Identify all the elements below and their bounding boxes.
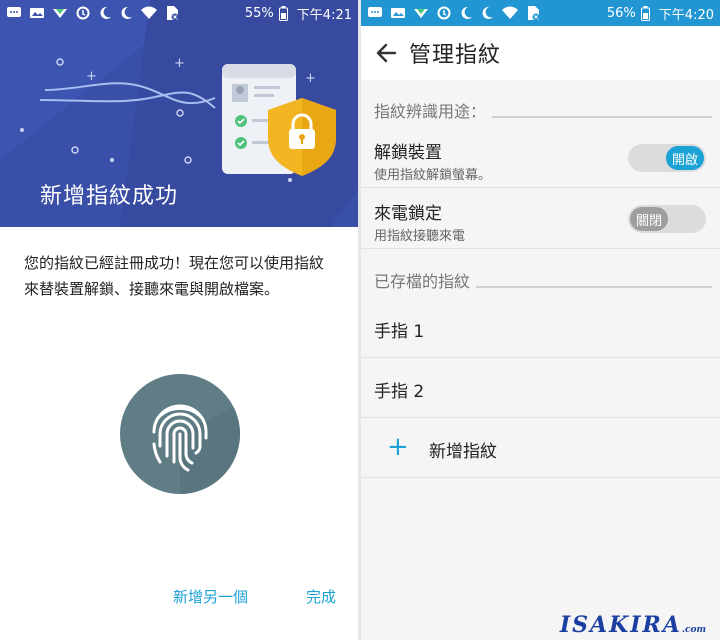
status-bar-right: 56% 下午4:20 (361, 0, 720, 26)
back-arrow-icon (376, 43, 397, 63)
chat-icon (7, 7, 21, 17)
section-header-label: 已存檔的指紋 (374, 272, 471, 291)
fingerprint-badge (120, 374, 240, 494)
moon-icon (482, 6, 493, 19)
battery-icon (640, 5, 650, 21)
add-fingerprint-label: 新增指紋 (429, 442, 497, 462)
svg-text:+: + (174, 56, 185, 71)
moon-icon (100, 6, 111, 19)
watermark-suffix: .com (681, 625, 706, 635)
moon-icon (121, 6, 132, 19)
battery-percentage: 56% (606, 5, 636, 21)
signal-arrow-icon (53, 9, 67, 18)
watermark-text: ISAKIRA (559, 612, 682, 638)
clock: 下午4:20 (658, 7, 714, 23)
fingerprint-item-2[interactable]: 手指 2 (361, 358, 720, 418)
svg-text:+: + (86, 69, 97, 84)
toggle-label: 關閉 (630, 207, 668, 231)
pref-title: 來電鎖定 (374, 204, 442, 224)
page-title: 管理指紋 (409, 43, 502, 68)
hero-title: 新增指紋成功 (40, 184, 179, 209)
manage-fingerprints-screen: 56% 下午4:20 管理指紋 指紋辨識用途： 解鎖裝置 使用指紋解鎖螢幕。 開… (361, 0, 720, 640)
dialog-actions: 新增另一個 完成 (0, 586, 358, 608)
moon-icon (461, 6, 472, 19)
fingerprint-icon (152, 404, 240, 494)
wifi-icon (141, 6, 157, 19)
pref-unlock-device[interactable]: 解鎖裝置 使用指紋解鎖螢幕。 開啟 (361, 128, 720, 188)
data-saver-icon (437, 6, 451, 20)
sim-icon (167, 6, 179, 21)
image-icon (391, 8, 405, 18)
data-saver-icon (76, 6, 90, 20)
add-another-button[interactable]: 新增另一個 (173, 586, 248, 607)
sim-icon (528, 6, 540, 21)
wifi-icon (502, 6, 518, 19)
svg-text:+: + (305, 71, 316, 86)
app-bar: 管理指紋 (361, 26, 720, 80)
answer-call-toggle[interactable]: 關閉 (628, 205, 706, 233)
done-button[interactable]: 完成 (306, 586, 336, 607)
plus-icon: + (387, 432, 409, 462)
section-header-label: 指紋辨識用途： (374, 102, 487, 121)
pref-subtitle: 使用指紋解鎖螢幕。 (374, 168, 492, 183)
fingerprint-label: 手指 1 (374, 322, 425, 342)
success-message: 您的指紋已經註冊成功！現在您可以使用指紋來替裝置解鎖、接聽來電與開啟檔案。 (24, 254, 325, 298)
pref-answer-call-lock[interactable]: 來電鎖定 用指紋接聽來電 關閉 (361, 189, 720, 249)
watermark: ISAKIRA.com (560, 612, 706, 638)
clock: 下午4:21 (296, 7, 352, 23)
chat-icon (368, 7, 382, 17)
fingerprint-added-screen: + + + 新增指紋成功 55% 下午4:21 您的指紋已經註冊成功！現在您可以… (0, 0, 358, 640)
section-divider (476, 286, 712, 288)
add-fingerprint-button[interactable]: + 新增指紋 (361, 418, 720, 478)
section-header-saved: 已存檔的指紋 (374, 268, 712, 292)
signal-arrow-icon (414, 9, 428, 18)
image-icon (30, 8, 44, 18)
toggle-label: 開啟 (666, 146, 704, 170)
battery-icon (278, 5, 288, 21)
success-hero-banner: + + + 新增指紋成功 (0, 0, 358, 227)
back-button[interactable] (361, 26, 411, 80)
fingerprint-item-1[interactable]: 手指 1 (361, 298, 720, 358)
section-header-usage: 指紋辨識用途： (374, 98, 712, 122)
status-bar-left: 55% 下午4:21 (0, 0, 358, 26)
pref-subtitle: 用指紋接聽來電 (374, 229, 466, 244)
battery-percentage: 55% (244, 5, 274, 21)
unlock-device-toggle[interactable]: 開啟 (628, 144, 706, 172)
fingerprint-label: 手指 2 (374, 382, 425, 402)
section-divider (492, 116, 712, 118)
pref-title: 解鎖裝置 (374, 143, 442, 163)
